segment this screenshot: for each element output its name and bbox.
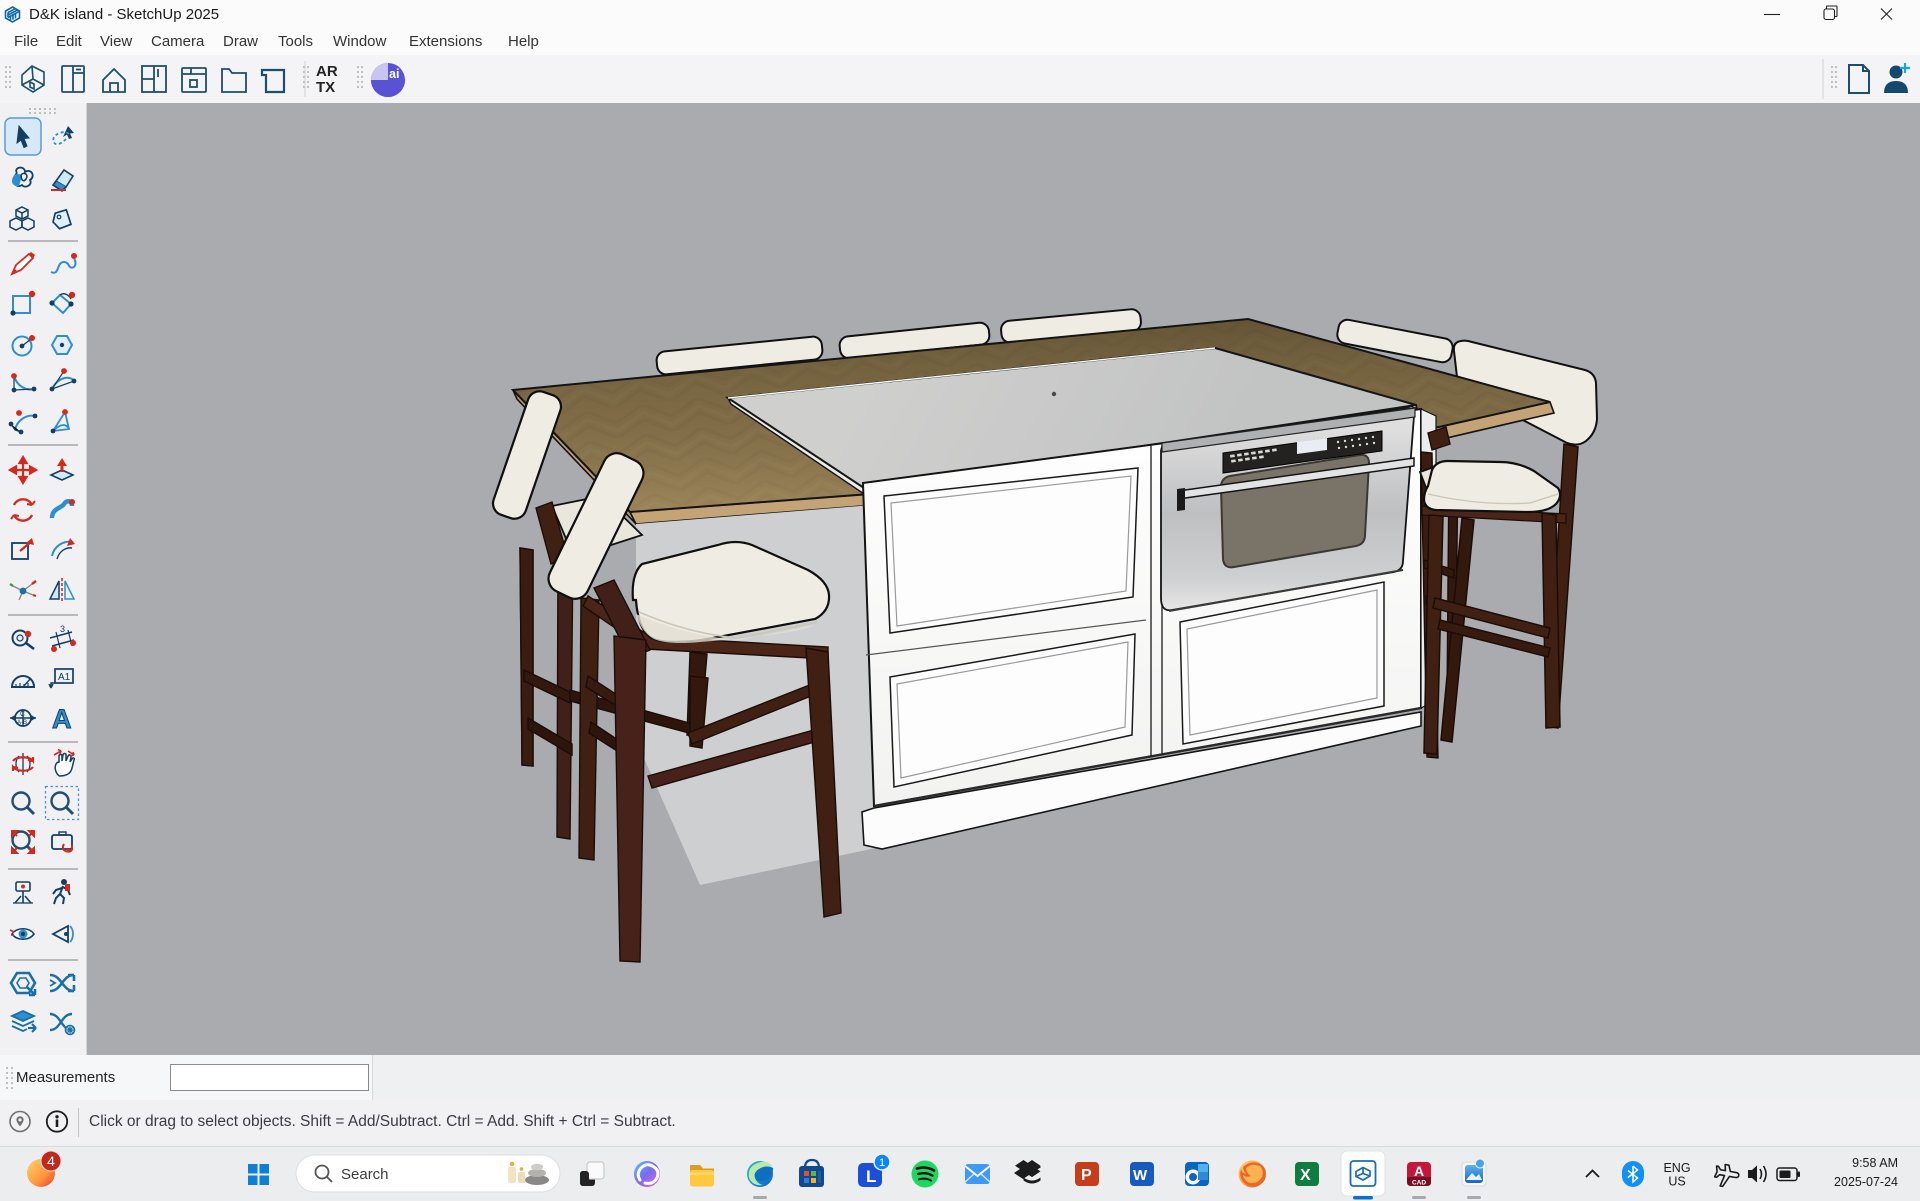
svg-text:TX: TX	[316, 79, 335, 96]
svg-text:US: US	[1668, 1175, 1685, 1189]
svg-text:4: 4	[47, 1153, 55, 1169]
svg-text:CAD: CAD	[1412, 1180, 1426, 1187]
svg-text:C: C	[20, 711, 25, 718]
svg-text:Search: Search	[341, 1166, 389, 1183]
svg-text:1: 1	[879, 1157, 885, 1169]
svg-text:W: W	[1133, 1167, 1148, 1184]
svg-text:A: A	[1414, 1163, 1424, 1179]
svg-text:X: X	[1300, 1167, 1311, 1184]
svg-text:A1: A1	[58, 672, 71, 683]
svg-text:P: P	[1081, 1167, 1092, 1184]
svg-text:ai: ai	[389, 67, 399, 81]
svg-text:L: L	[866, 1167, 876, 1186]
svg-text:3: 3	[60, 624, 65, 634]
svg-text:ENG: ENG	[1663, 1161, 1690, 1175]
svg-text:A-B: A-B	[17, 720, 27, 726]
svg-text:AR: AR	[316, 63, 338, 80]
svg-text:A: A	[52, 704, 72, 734]
